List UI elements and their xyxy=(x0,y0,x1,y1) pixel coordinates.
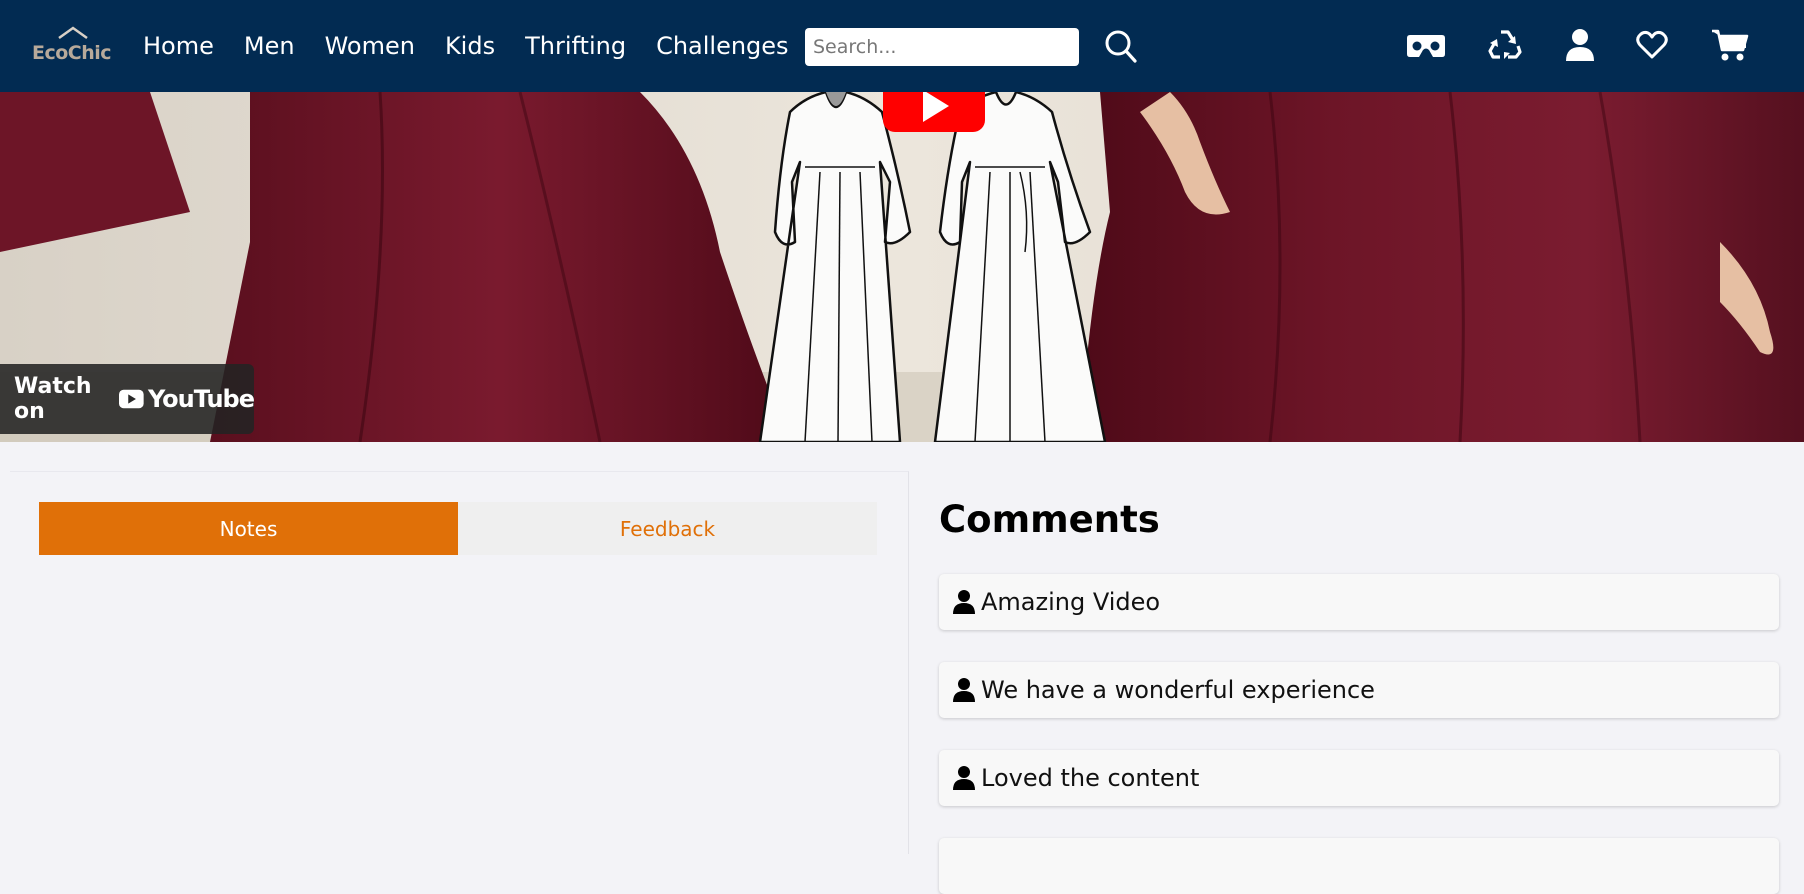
watch-on-youtube-button[interactable]: Watch on YouTube xyxy=(0,364,255,434)
main-nav: Home Men Women Kids Thrifting Challenges xyxy=(143,28,819,64)
youtube-video-embed[interactable] xyxy=(0,92,1804,442)
nav-link-kids[interactable]: Kids xyxy=(445,28,495,64)
tab-bar: Notes Feedback xyxy=(39,502,877,555)
nav-link-women[interactable]: Women xyxy=(325,28,415,64)
comment-text: We have a wonderful experience xyxy=(981,676,1375,704)
comment-item: We have a wonderful experience xyxy=(939,662,1779,718)
logo-roof-icon xyxy=(58,26,88,40)
heart-icon[interactable] xyxy=(1636,30,1668,60)
comment-item: Amazing Video xyxy=(939,574,1779,630)
vr-headset-icon[interactable] xyxy=(1406,32,1446,60)
play-button-icon[interactable] xyxy=(883,92,985,132)
comment-text: Amazing Video xyxy=(981,588,1161,616)
user-icon xyxy=(953,590,975,614)
tab-notes[interactable]: Notes xyxy=(39,502,458,555)
comments-heading: Comments xyxy=(939,498,1160,541)
youtube-logo-icon xyxy=(119,389,144,409)
top-navbar: EcoChic Home Men Women Kids Thrifting Ch… xyxy=(0,0,1804,92)
youtube-wordmark: YouTube xyxy=(147,385,255,413)
user-icon xyxy=(953,766,975,790)
search-icon[interactable] xyxy=(1104,29,1138,65)
search-input[interactable] xyxy=(805,28,1079,66)
nav-link-challenges[interactable]: Challenges xyxy=(656,28,789,64)
user-icon xyxy=(953,678,975,702)
watch-on-label: Watch on xyxy=(14,374,92,424)
comment-item: Loved the content xyxy=(939,750,1779,806)
tab-feedback[interactable]: Feedback xyxy=(458,502,877,555)
comment-text: Loved the content xyxy=(981,764,1200,792)
nav-link-thrifting[interactable]: Thrifting xyxy=(525,28,626,64)
cart-icon[interactable] xyxy=(1711,28,1749,62)
user-icon[interactable] xyxy=(1565,28,1595,62)
brand-name: EcoChic xyxy=(32,42,112,64)
brand-logo[interactable]: EcoChic xyxy=(30,26,116,70)
nav-link-men[interactable]: Men xyxy=(244,28,295,64)
video-thumbnail xyxy=(0,92,1804,442)
recycle-icon[interactable] xyxy=(1488,28,1522,62)
nav-link-home[interactable]: Home xyxy=(143,28,214,64)
notes-feedback-panel: Notes Feedback xyxy=(10,471,909,854)
comment-item xyxy=(939,838,1779,894)
